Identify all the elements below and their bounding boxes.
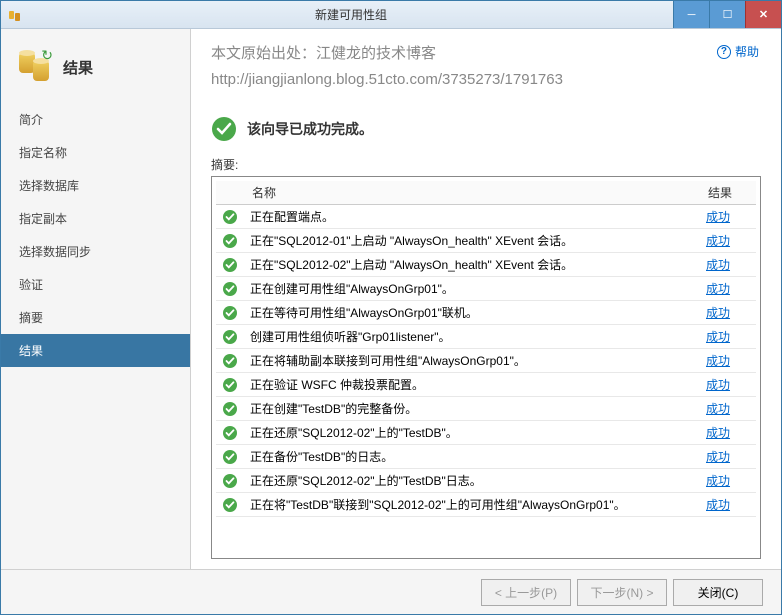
check-icon [222, 377, 238, 393]
row-name: 正在"SQL2012-01"上启动 "AlwaysOn_health" XEve… [244, 229, 700, 253]
result-link[interactable]: 成功 [706, 354, 730, 368]
result-link[interactable]: 成功 [706, 378, 730, 392]
table-row: 正在"SQL2012-01"上启动 "AlwaysOn_health" XEve… [216, 229, 756, 253]
results-table: 名称 结果 正在配置端点。成功正在"SQL2012-01"上启动 "Always… [216, 181, 756, 517]
result-link[interactable]: 成功 [706, 282, 730, 296]
result-link[interactable]: 成功 [706, 330, 730, 344]
nav-item[interactable]: 选择数据同步 [1, 235, 190, 268]
result-link[interactable]: 成功 [706, 474, 730, 488]
table-row: 创建可用性组侦听器"Grp01listener"。成功 [216, 325, 756, 349]
sidebar-header: ↻ 结果 [1, 41, 190, 103]
table-row: 正在验证 WSFC 仲裁投票配置。成功 [216, 373, 756, 397]
table-row: 正在"SQL2012-02"上启动 "AlwaysOn_health" XEve… [216, 253, 756, 277]
database-sync-icon: ↻ [17, 49, 53, 85]
row-name: 正在还原"SQL2012-02"上的"TestDB"。 [244, 421, 700, 445]
row-name: 正在"SQL2012-02"上启动 "AlwaysOn_health" XEve… [244, 253, 700, 277]
result-link[interactable]: 成功 [706, 402, 730, 416]
check-icon [222, 353, 238, 369]
summary-label: 摘要: [211, 156, 761, 173]
table-row: 正在备份"TestDB"的日志。成功 [216, 445, 756, 469]
table-row: 正在将"TestDB"联接到"SQL2012-02"上的可用性组"AlwaysO… [216, 493, 756, 517]
nav-item[interactable]: 结果 [1, 334, 190, 367]
check-icon [222, 257, 238, 273]
row-name: 正在还原"SQL2012-02"上的"TestDB"日志。 [244, 469, 700, 493]
next-button[interactable]: 下一步(N) > [577, 579, 667, 606]
result-link[interactable]: 成功 [706, 210, 730, 224]
nav-item[interactable]: 验证 [1, 268, 190, 301]
row-name: 正在将辅助副本联接到可用性组"AlwaysOnGrp01"。 [244, 349, 700, 373]
row-name: 正在创建可用性组"AlwaysOnGrp01"。 [244, 277, 700, 301]
nav-item[interactable]: 选择数据库 [1, 169, 190, 202]
col-name: 名称 [244, 181, 700, 205]
minimize-button[interactable]: ─ [673, 1, 709, 28]
result-link[interactable]: 成功 [706, 426, 730, 440]
prev-button[interactable]: < 上一步(P) [481, 579, 571, 606]
result-link[interactable]: 成功 [706, 450, 730, 464]
check-icon [222, 473, 238, 489]
titlebar: 新建可用性组 ─ ☐ ✕ [1, 1, 781, 29]
table-row: 正在创建可用性组"AlwaysOnGrp01"。成功 [216, 277, 756, 301]
results-container: 名称 结果 正在配置端点。成功正在"SQL2012-01"上启动 "Always… [211, 176, 761, 559]
nav-item[interactable]: 指定副本 [1, 202, 190, 235]
check-icon [222, 233, 238, 249]
success-text: 该向导已成功完成。 [247, 119, 373, 139]
check-icon [222, 209, 238, 225]
window-controls: ─ ☐ ✕ [673, 1, 781, 28]
row-name: 正在将"TestDB"联接到"SQL2012-02"上的可用性组"AlwaysO… [244, 493, 700, 517]
row-name: 正在验证 WSFC 仲裁投票配置。 [244, 373, 700, 397]
help-icon: ? [717, 45, 731, 59]
check-icon [222, 449, 238, 465]
table-row: 正在还原"SQL2012-02"上的"TestDB"。成功 [216, 421, 756, 445]
watermark-text: 本文原始出处：江健龙的技术博客 http://jiangjianlong.blo… [211, 41, 761, 92]
row-name: 正在备份"TestDB"的日志。 [244, 445, 700, 469]
nav-item[interactable]: 简介 [1, 103, 190, 136]
window-title: 新建可用性组 [29, 6, 673, 23]
check-icon [222, 497, 238, 513]
check-icon [222, 305, 238, 321]
col-result: 结果 [700, 181, 756, 205]
check-icon [222, 329, 238, 345]
nav-item[interactable]: 摘要 [1, 301, 190, 334]
row-name: 正在配置端点。 [244, 205, 700, 229]
result-link[interactable]: 成功 [706, 306, 730, 320]
close-button[interactable]: ✕ [745, 1, 781, 28]
result-link[interactable]: 成功 [706, 234, 730, 248]
main-panel: 本文原始出处：江健龙的技术博客 http://jiangjianlong.blo… [191, 29, 781, 569]
sidebar: ↻ 结果 简介指定名称选择数据库指定副本选择数据同步验证摘要结果 [1, 29, 191, 569]
help-link[interactable]: ? 帮助 [717, 43, 759, 60]
check-icon [222, 401, 238, 417]
table-row: 正在创建"TestDB"的完整备份。成功 [216, 397, 756, 421]
table-row: 正在还原"SQL2012-02"上的"TestDB"日志。成功 [216, 469, 756, 493]
footer: < 上一步(P) 下一步(N) > 关闭(C) [1, 569, 781, 614]
check-icon [222, 425, 238, 441]
row-name: 创建可用性组侦听器"Grp01listener"。 [244, 325, 700, 349]
table-row: 正在等待可用性组"AlwaysOnGrp01"联机。成功 [216, 301, 756, 325]
result-link[interactable]: 成功 [706, 498, 730, 512]
close-dialog-button[interactable]: 关闭(C) [673, 579, 763, 606]
result-link[interactable]: 成功 [706, 258, 730, 272]
sidebar-title: 结果 [63, 57, 93, 78]
table-row: 正在将辅助副本联接到可用性组"AlwaysOnGrp01"。成功 [216, 349, 756, 373]
row-name: 正在创建"TestDB"的完整备份。 [244, 397, 700, 421]
maximize-button[interactable]: ☐ [709, 1, 745, 28]
success-banner: 该向导已成功完成。 [211, 116, 761, 142]
table-row: 正在配置端点。成功 [216, 205, 756, 229]
nav-item[interactable]: 指定名称 [1, 136, 190, 169]
check-icon [222, 281, 238, 297]
app-icon [7, 7, 23, 23]
success-check-icon [211, 116, 237, 142]
row-name: 正在等待可用性组"AlwaysOnGrp01"联机。 [244, 301, 700, 325]
